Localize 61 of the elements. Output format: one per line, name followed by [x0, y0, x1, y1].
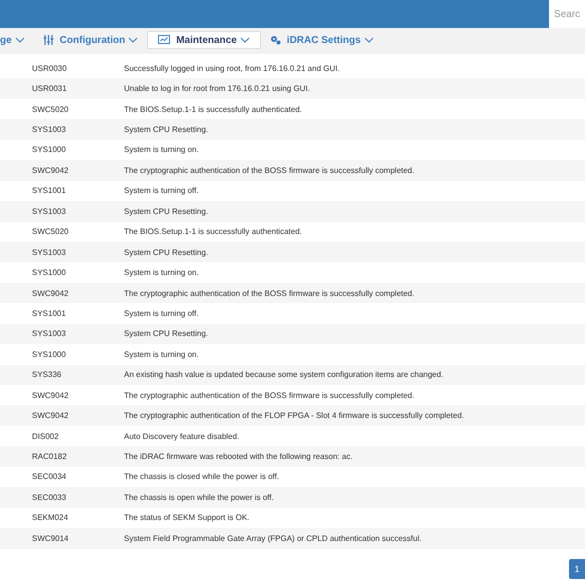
event-id: USR0031: [31, 84, 68, 94]
event-message: System CPU Resetting.: [124, 329, 208, 338]
search-field[interactable]: Searc: [549, 0, 585, 28]
sliders-icon: [42, 35, 54, 45]
event-message: System CPU Resetting.: [124, 125, 208, 134]
event-message: System is turning off.: [124, 186, 199, 196]
event-message: System is turning on.: [124, 350, 199, 359]
event-id: SWC5020: [31, 104, 70, 114]
event-message: The cryptographic authentication of the BOSS firmware is successfully completed.: [124, 288, 414, 298]
event-message: The chassis is closed while the power is off.: [124, 472, 280, 482]
event-id: SYS336: [31, 370, 62, 380]
event-id: SYS1003: [31, 206, 67, 216]
event-id: SYS1003: [31, 329, 67, 338]
event-message: The iDRAC firmware was rebooted with the following reason: ac.: [124, 452, 353, 462]
event-message: The BIOS.Setup.1-1 is successfully authenticated.: [124, 227, 302, 236]
event-message: The chassis is open while the power is off.: [124, 492, 274, 502]
event-message: The cryptographic authentication of the BOSS firmware is successfully completed.: [124, 390, 414, 400]
event-message: Successfully logged in using root, from 176.16.0.21 and GUI.: [124, 64, 340, 73]
event-id: USR0030: [31, 64, 68, 73]
event-id: SYS1001: [31, 186, 67, 196]
event-id: DIS002: [31, 432, 60, 441]
event-message: Unable to log in for root from 176.16.0.21 using GUI.: [124, 84, 310, 94]
event-id: SEC0034: [31, 472, 68, 482]
event-message: System is turning on.: [124, 145, 199, 154]
event-message: The status of SEKM Support is OK.: [124, 513, 250, 522]
nav-tab[interactable]: ge: [0, 31, 34, 49]
event-message: An existing hash value is updated because some system configuration items are changed.: [124, 370, 444, 380]
event-id: SYS1001: [31, 308, 67, 318]
chevron-down-icon: [364, 37, 374, 43]
event-id: SWC9042: [31, 288, 70, 298]
event-id: SYS1000: [31, 145, 67, 154]
event-message: The BIOS.Setup.1-1 is successfully authenticated.: [124, 104, 302, 114]
nav-tab[interactable]: Maintenance: [147, 31, 261, 49]
event-id: SWC5020: [31, 227, 70, 236]
nav-tab[interactable]: iDRAC Settings: [260, 31, 383, 49]
gears-icon: [270, 35, 281, 45]
event-message: The cryptographic authentication of the BOSS firmware is successfully completed.: [124, 166, 414, 175]
page-button[interactable]: 1: [569, 558, 585, 578]
event-id: SWC9042: [31, 390, 70, 400]
event-message: Auto Discovery feature disabled.: [124, 432, 240, 441]
event-message: System is turning on.: [124, 268, 199, 278]
event-message: System CPU Resetting.: [124, 248, 208, 257]
chevron-down-icon: [14, 37, 25, 43]
event-id: SWC9042: [31, 166, 70, 175]
nav-tab[interactable]: Configuration: [34, 31, 148, 49]
event-id: SEKM024: [31, 513, 70, 522]
event-id: SEC0033: [31, 492, 68, 502]
event-message: System Field Programmable Gate Array (FPGA) or CPLD authentication successful.: [124, 534, 422, 543]
event-message: The cryptographic authentication of the FLOP FPGA - Slot 4 firmware is successfully completed.: [124, 411, 464, 420]
event-id: SYS1003: [31, 248, 67, 257]
event-id: SWC9014: [31, 534, 70, 543]
event-id: SYS1000: [31, 350, 67, 359]
event-message: System is turning off.: [124, 308, 199, 318]
event-id: RAC0182: [31, 452, 68, 462]
event-message: System CPU Resetting.: [124, 206, 208, 216]
chevron-down-icon: [240, 37, 250, 43]
event-id: SYS1000: [31, 268, 67, 278]
monitor-icon: [158, 35, 170, 45]
event-id: SWC9042: [31, 411, 70, 420]
chevron-down-icon: [128, 37, 138, 43]
event-id: SYS1003: [31, 125, 67, 134]
